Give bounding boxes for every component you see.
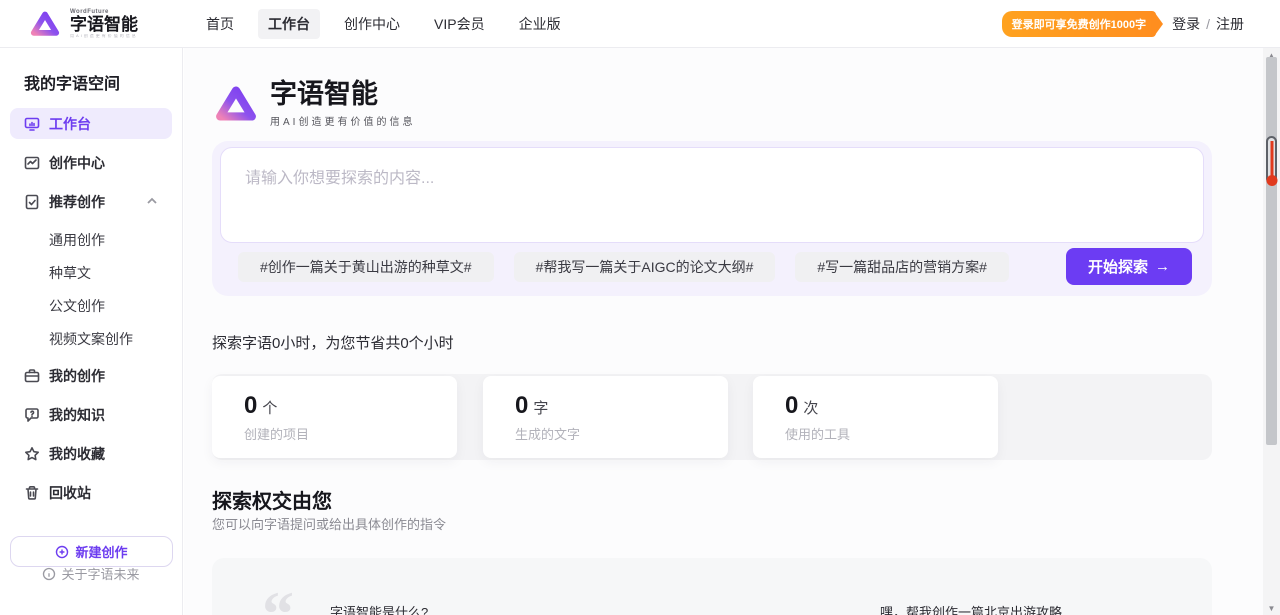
stat-unit: 次 [803,400,818,417]
sidebar-item-label: 我的创作 [49,366,105,386]
stat-label: 生成的文字 [515,424,728,443]
arrow-right-icon: → [1155,258,1170,275]
sidebar-item-recommended[interactable]: 推荐创作 [10,186,172,217]
sidebar-item-label: 回收站 [49,483,91,503]
sidebar-item-my-knowledge[interactable]: 我的知识 [10,399,172,430]
sidebar-item-workbench[interactable]: 工作台 [10,108,172,139]
chart-monitor-icon [24,155,40,171]
sidebar-item-label: 我的收藏 [49,444,105,464]
explore-section-title: 探索权交由您 [212,485,332,514]
auth-divider: / [1206,16,1210,32]
promo-badge[interactable]: 登录即可享免费创作1000字 [1002,11,1156,37]
sidebar-item-label: 推荐创作 [49,192,105,212]
quote-question-left: 字语智能是什么? [330,602,428,615]
chip-aigc-outline[interactable]: #帮我写一篇关于AIGC的论文大纲# [514,252,776,282]
stat-card-words: 0字 生成的文字 [483,376,728,458]
stat-value: 0 [515,392,528,419]
monitor-icon [24,116,40,132]
start-explore-label: 开始探索 [1088,256,1148,277]
explore-section-subtitle: 您可以向字语提问或给出具体创作的指令 [212,514,446,533]
chevron-up-icon[interactable] [146,194,158,210]
sidebar-item-label: 创作中心 [49,153,105,173]
sidebar-item-label: 我的知识 [49,405,105,425]
brand-subtitle: 用AI创造更有价值的信息 [70,34,138,38]
search-input[interactable] [221,148,1203,242]
document-check-icon [24,194,40,210]
sidebar-item-my-favorites[interactable]: 我的收藏 [10,438,172,469]
login-link[interactable]: 登录 [1172,14,1200,34]
stats-summary: 探索字语0小时，为您节省共0个小时 [212,332,454,353]
hero-logo: 字语智能 用AI创造更有价值的信息 [212,80,415,128]
stat-value: 0 [785,392,798,419]
nav-item-enterprise[interactable]: 企业版 [509,9,571,39]
top-navbar: WordFuture 字语智能 用AI创造更有价值的信息 首页 工作台 创作中心… [0,0,1280,48]
quote-icon: “ [262,582,294,615]
sidebar-item-creation-center[interactable]: 创作中心 [10,147,172,178]
suggestion-chips: #创作一篇关于黄山出游的种草文# #帮我写一篇关于AIGC的论文大纲# #写一篇… [238,248,1192,285]
stats-band: 0个 创建的项目 0字 生成的文字 0次 使用的工具 [212,374,1212,460]
new-creation-label: 新建创作 [75,542,127,561]
stat-unit: 个 [262,400,277,417]
sidebar-header: 我的字语空间 [10,70,172,108]
sidebar-subitem-video-copy[interactable]: 视频文案创作 [10,324,172,354]
quote-question-right: 嘿，帮我创作一篇北京出游攻略 [880,602,1062,615]
new-creation-button[interactable]: 新建创作 [10,536,173,567]
nav-item-workbench[interactable]: 工作台 [258,9,320,39]
chip-dessert-marketing[interactable]: #写一篇甜品店的营销方案# [795,252,1009,282]
sidebar-item-label: 工作台 [49,114,91,134]
star-icon [24,446,40,462]
hero-tagline: 用AI创造更有价值的信息 [270,113,415,128]
nav-item-creation-center[interactable]: 创作中心 [334,9,410,39]
about-link[interactable]: 关于字语未来 [0,564,182,583]
sidebar-subitem-seeding[interactable]: 种草文 [10,258,172,288]
sidebar-item-my-creation[interactable]: 我的创作 [10,360,172,391]
stat-card-tools: 0次 使用的工具 [753,376,998,458]
chip-huangshan[interactable]: #创作一篇关于黄山出游的种草文# [238,252,494,282]
nav-item-vip[interactable]: VIP会员 [424,9,495,39]
sidebar: 我的字语空间 工作台 创作中心 推荐创作 通用创作 种草文 公文创作 视频文案创… [0,48,183,615]
plus-circle-icon [55,545,69,559]
scroll-down-arrow[interactable]: ▼ [1263,601,1280,615]
thermometer-icon [1266,136,1277,184]
register-link[interactable]: 注册 [1216,14,1244,34]
auth-links: 登录 / 注册 [1172,14,1244,34]
stat-value: 0 [244,392,257,419]
briefcase-icon [24,368,40,384]
main-nav: 首页 工作台 创作中心 VIP会员 企业版 [196,9,571,39]
about-label: 关于字语未来 [61,564,139,583]
nav-item-home[interactable]: 首页 [196,9,244,39]
search-box [220,147,1204,243]
sidebar-subitem-general[interactable]: 通用创作 [10,225,172,255]
page-scrollbar[interactable]: ▲ ▼ [1263,48,1280,615]
trash-icon [24,485,40,501]
hero-brand: 字语智能 [270,80,415,110]
sidebar-item-recycle-bin[interactable]: 回收站 [10,477,172,508]
brand-name: 字语智能 [70,16,138,33]
sidebar-subitem-official[interactable]: 公文创作 [10,291,172,321]
stat-label: 创建的项目 [244,424,457,443]
stat-label: 使用的工具 [785,424,998,443]
main-content: 字语智能 用AI创造更有价值的信息 #创作一篇关于黄山出游的种草文# #帮我写一… [184,48,1263,615]
stat-unit: 字 [533,400,548,417]
start-explore-button[interactable]: 开始探索 → [1066,248,1192,285]
info-icon [42,567,56,581]
search-panel: #创作一篇关于黄山出游的种草文# #帮我写一篇关于AIGC的论文大纲# #写一篇… [212,141,1212,296]
question-bubble-icon [24,407,40,423]
app-logo[interactable]: WordFuture 字语智能 用AI创造更有价值的信息 [0,7,190,41]
quote-card: “ 字语智能是什么? 嘿，帮我创作一篇北京出游攻略 [212,558,1212,615]
stat-card-projects: 0个 创建的项目 [212,376,457,458]
hero-triangle-icon [212,80,260,128]
scrollbar-thumb[interactable] [1266,57,1277,445]
brand-triangle-icon [28,7,62,41]
